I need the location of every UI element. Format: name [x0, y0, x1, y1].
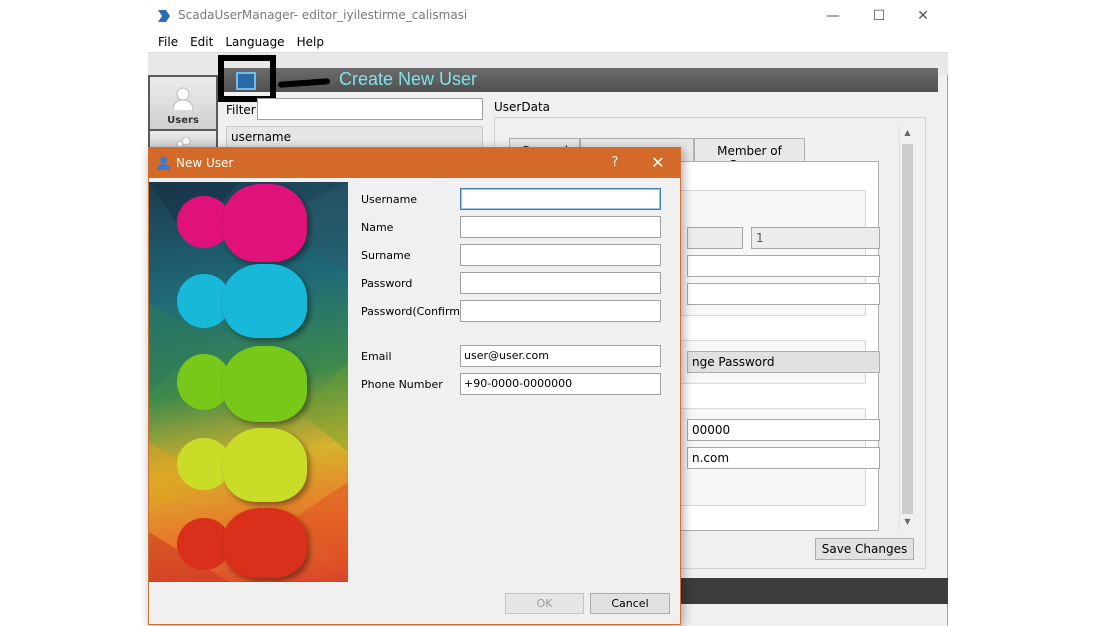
dialog-titlebar: New User ? ✕ — [149, 148, 680, 178]
page-title: Create New User — [339, 69, 478, 89]
username-input[interactable] — [460, 188, 661, 210]
password-input[interactable] — [460, 272, 661, 294]
users-illustration — [149, 182, 348, 582]
password-label: Password — [361, 277, 413, 290]
scroll-up-icon[interactable]: ▲ — [900, 126, 915, 141]
cancel-button[interactable]: Cancel — [590, 593, 670, 614]
menu-help[interactable]: Help — [291, 32, 330, 52]
filter-input[interactable] — [257, 98, 483, 120]
save-changes-button[interactable]: Save Changes — [815, 538, 914, 560]
email-label: Email — [361, 350, 392, 363]
minimize-button[interactable]: — — [810, 0, 856, 32]
new-user-dialog: New User ? ✕ Username Name Surname Passw… — [148, 147, 681, 625]
menu-file[interactable]: File — [152, 32, 184, 52]
dialog-title: New User — [176, 156, 234, 170]
dialog-close-button[interactable]: ✕ — [645, 151, 671, 175]
phone-field[interactable]: 00000 — [687, 419, 880, 441]
email-input[interactable]: user@user.com — [460, 345, 661, 367]
surname-input[interactable] — [460, 244, 661, 266]
filter-label: Filter — [226, 103, 256, 117]
user-list[interactable]: username — [226, 126, 483, 148]
field-a[interactable] — [687, 227, 743, 249]
field-b[interactable]: 1 — [751, 227, 880, 249]
menu-bar: File Edit Language Help — [148, 32, 948, 53]
app-icon — [158, 10, 170, 22]
email-field[interactable]: n.com — [687, 447, 880, 469]
vertical-scrollbar[interactable]: ▲ ▼ — [899, 126, 914, 530]
field-d[interactable] — [687, 283, 880, 305]
annotation-highlight-box — [218, 55, 276, 102]
user-icon — [157, 156, 170, 170]
scroll-down-icon[interactable]: ▼ — [900, 515, 915, 530]
username-label: Username — [361, 193, 418, 206]
change-password-button[interactable]: nge Password — [687, 351, 880, 373]
password-confirm-input[interactable] — [460, 300, 661, 322]
field-c[interactable] — [687, 255, 880, 277]
tab-member-of-groups[interactable]: Member of Groups — [694, 138, 805, 172]
nav-users-button[interactable]: Users — [150, 77, 216, 129]
menu-language[interactable]: Language — [219, 32, 290, 52]
phone-number-label: Phone Number — [361, 378, 443, 391]
scroll-thumb[interactable] — [902, 144, 913, 514]
maximize-button[interactable]: ☐ — [856, 0, 902, 32]
menu-edit[interactable]: Edit — [184, 32, 219, 52]
phone-number-input[interactable]: +90-0000-0000000 — [460, 373, 661, 395]
help-icon[interactable]: ? — [605, 153, 625, 173]
user-icon — [173, 87, 193, 111]
surname-label: Surname — [361, 249, 411, 262]
user-list-header[interactable]: username — [231, 130, 291, 144]
name-input[interactable] — [460, 216, 661, 238]
name-label: Name — [361, 221, 394, 234]
password-confirm-label: Password(Confirm) — [361, 305, 465, 318]
ok-button[interactable]: OK — [505, 593, 584, 614]
userdata-title: UserData — [494, 100, 551, 114]
window-titlebar: ScadaUserManager- editor_iyilestirme_cal… — [148, 0, 948, 32]
window-title: ScadaUserManager- editor_iyilestirme_cal… — [178, 8, 468, 22]
window-close-button[interactable]: ✕ — [900, 0, 946, 32]
nav-users-label: Users — [167, 115, 199, 126]
